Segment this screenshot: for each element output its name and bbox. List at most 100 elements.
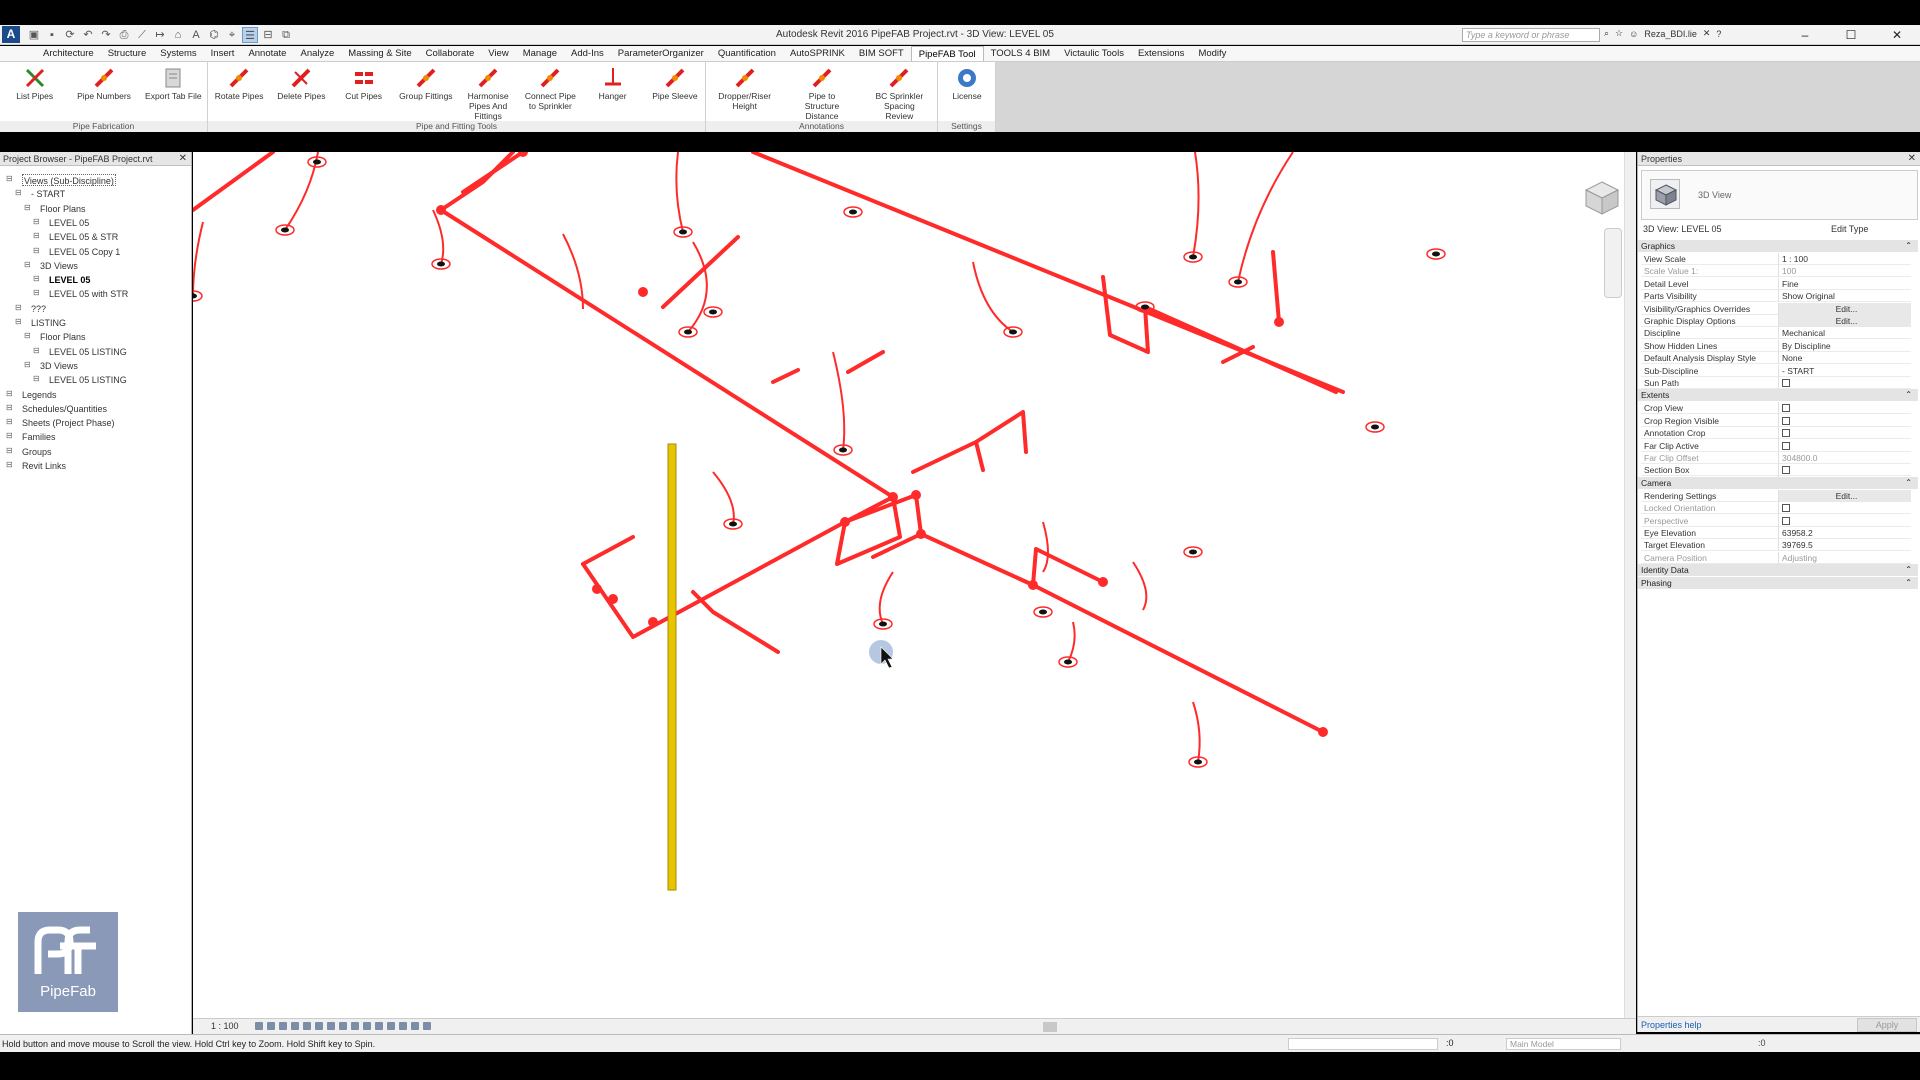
expand-toggle-icon[interactable]: ⊟ [33,246,40,255]
browser-item-legends[interactable]: Legends [22,389,57,401]
tab-bim-soft[interactable]: BIM SOFT [852,46,911,61]
hanger-button[interactable]: Hanger [583,64,643,120]
expand-toggle-icon[interactable]: ⊟ [15,317,22,326]
expand-toggle-icon[interactable]: ⊟ [33,231,40,240]
collapse-icon[interactable]: ⌃ [1905,564,1912,576]
filter-count[interactable]: :0 [1758,1038,1766,1048]
prop-group-camera[interactable]: Camera ⌃ [1638,476,1918,489]
close-icon[interactable]: ✕ [179,152,187,166]
collapse-icon[interactable]: ⌃ [1905,577,1912,589]
tab-massing-site[interactable]: Massing & Site [341,46,418,61]
prop-value[interactable]: 63958.2 [1778,527,1911,539]
prop-edit-button[interactable]: Edit... [1778,302,1911,315]
browser-item-level-05[interactable]: LEVEL 05 [49,274,90,286]
browser-item-families[interactable]: Families [22,431,56,443]
tab-analyze[interactable]: Analyze [293,46,341,61]
tab-parameterorganizer[interactable]: ParameterOrganizer [611,46,711,61]
view-control-icon[interactable] [315,1022,323,1030]
app-menu-button[interactable]: A [2,26,20,43]
help-icon[interactable]: ? [1716,29,1721,39]
pipe-numbers-button[interactable]: Pipe Numbers [74,64,134,120]
prop-value[interactable]: Fine [1778,277,1911,290]
tab-annotate[interactable]: Annotate [241,46,293,61]
pipe-network-drawing[interactable] [183,147,1624,1018]
type-selector[interactable]: 3D View [1641,170,1918,220]
tab-insert[interactable]: Insert [204,46,242,61]
prop-edit-button[interactable]: Edit... [1778,489,1911,502]
prop-group-graphics[interactable]: Graphics ⌃ [1638,240,1918,252]
tab-tools-4-bim[interactable]: TOOLS 4 BIM [984,46,1057,61]
view-control-icon[interactable] [411,1022,419,1030]
prop-group-phasing[interactable]: Phasing ⌃ [1638,577,1918,590]
viewcube[interactable] [1582,178,1622,221]
expand-toggle-icon[interactable]: ⊟ [33,288,40,297]
tab-quantification[interactable]: Quantification [711,46,783,61]
browser-item-level-05-with-str[interactable]: LEVEL 05 with STR [49,288,128,300]
prop-value[interactable]: 39769.5 [1778,539,1911,552]
view-control-icon[interactable] [339,1022,347,1030]
dropper-riser-height-button[interactable]: Dropper/Riser Height [715,64,775,120]
instance-selector[interactable]: 3D View: LEVEL 05 [1641,222,1821,236]
browser-item-floor-plans[interactable]: Floor Plans [40,331,86,343]
expand-toggle-icon[interactable]: ⊟ [33,374,40,383]
view-control-icon[interactable] [363,1022,371,1030]
binoculars-icon[interactable]: ⌕ [1604,28,1609,39]
tab-add-ins[interactable]: Add-Ins [564,46,611,61]
text-icon[interactable]: A [188,27,204,43]
print-icon[interactable]: ⎙ [116,27,132,43]
prop-checkbox[interactable] [1782,441,1790,450]
user-name[interactable]: Reza_BDI.lie [1644,29,1697,39]
tab-collaborate[interactable]: Collaborate [419,46,482,61]
prop-checkbox[interactable] [1782,379,1790,387]
browser-item-views-sub-discipline-[interactable]: Views (Sub-Discipline) [22,174,116,186]
browser-item-level-05-str[interactable]: LEVEL 05 & STR [49,231,118,243]
close-icon[interactable]: ✕ [1874,25,1920,45]
viewcube-icon[interactable] [1582,178,1622,218]
user-icon[interactable]: ☺ [1629,29,1638,39]
close-icon[interactable]: ✕ [1908,152,1916,166]
3d-viewport[interactable] [183,147,1636,1018]
prop-checkbox[interactable] [1782,416,1790,425]
delete-pipes-button[interactable]: Delete Pipes [271,64,331,120]
view-control-icon[interactable] [423,1022,431,1030]
browser-item-3d-views[interactable]: 3D Views [40,260,78,272]
prop-value[interactable]: 1 : 100 [1778,253,1911,265]
expand-toggle-icon[interactable]: ⊟ [33,217,40,226]
browser-item-3d-views[interactable]: 3D Views [40,360,78,372]
navigation-bar[interactable] [1604,228,1622,298]
prop-checkbox[interactable] [1782,429,1790,438]
view-control-icon[interactable] [399,1022,407,1030]
view-scale-button[interactable]: 1 : 100 [211,1021,239,1031]
browser-item-level-05-copy-1[interactable]: LEVEL 05 Copy 1 [49,246,120,258]
view-control-icon[interactable] [375,1022,383,1030]
bc-sprinkler-spacing-review-button[interactable]: BC Sprinkler Spacing Review [869,64,929,121]
save-icon[interactable]: ▪ [44,27,60,43]
3d-view-icon[interactable]: ⌬ [206,27,222,43]
view-control-icon[interactable] [327,1022,335,1030]
redo-icon[interactable]: ↷ [98,27,114,43]
connect-pipe-to-sprinkler-button[interactable]: Connect Pipe to Sprinkler [520,64,580,120]
prop-value[interactable]: Mechanical [1778,327,1911,340]
prop-edit-button[interactable]: Edit... [1778,315,1911,327]
browser-item--start[interactable]: - START [31,188,65,200]
expand-toggle-icon[interactable]: ⊟ [6,460,13,469]
tab-systems[interactable]: Systems [153,46,203,61]
cut-pipes-button[interactable]: Cut Pipes [334,64,394,120]
browser-item--[interactable]: ??? [31,303,46,315]
prop-value[interactable]: Show Original [1778,290,1911,303]
browser-item-sheets-project-phase-[interactable]: Sheets (Project Phase) [22,417,115,429]
prop-group-identity-data[interactable]: Identity Data ⌃ [1638,564,1918,577]
switch-windows-icon[interactable]: ⧉ [278,27,294,43]
expand-toggle-icon[interactable]: ⊟ [24,331,31,340]
rotate-pipes-button[interactable]: Rotate Pipes [209,64,269,120]
expand-toggle-icon[interactable]: ⊟ [33,346,40,355]
browser-item-groups[interactable]: Groups [22,446,52,458]
list-pipes-button[interactable]: List Pipes [5,64,65,120]
browser-item-listing[interactable]: LISTING [31,317,66,329]
license-button[interactable]: License [937,64,997,120]
browser-item-schedules-quantities[interactable]: Schedules/Quantities [22,403,107,415]
browser-item-level-05[interactable]: LEVEL 05 [49,217,89,229]
expand-toggle-icon[interactable]: ⊟ [6,417,13,426]
maximize-icon[interactable]: ☐ [1828,25,1874,45]
expand-toggle-icon[interactable]: ⊟ [24,360,31,369]
